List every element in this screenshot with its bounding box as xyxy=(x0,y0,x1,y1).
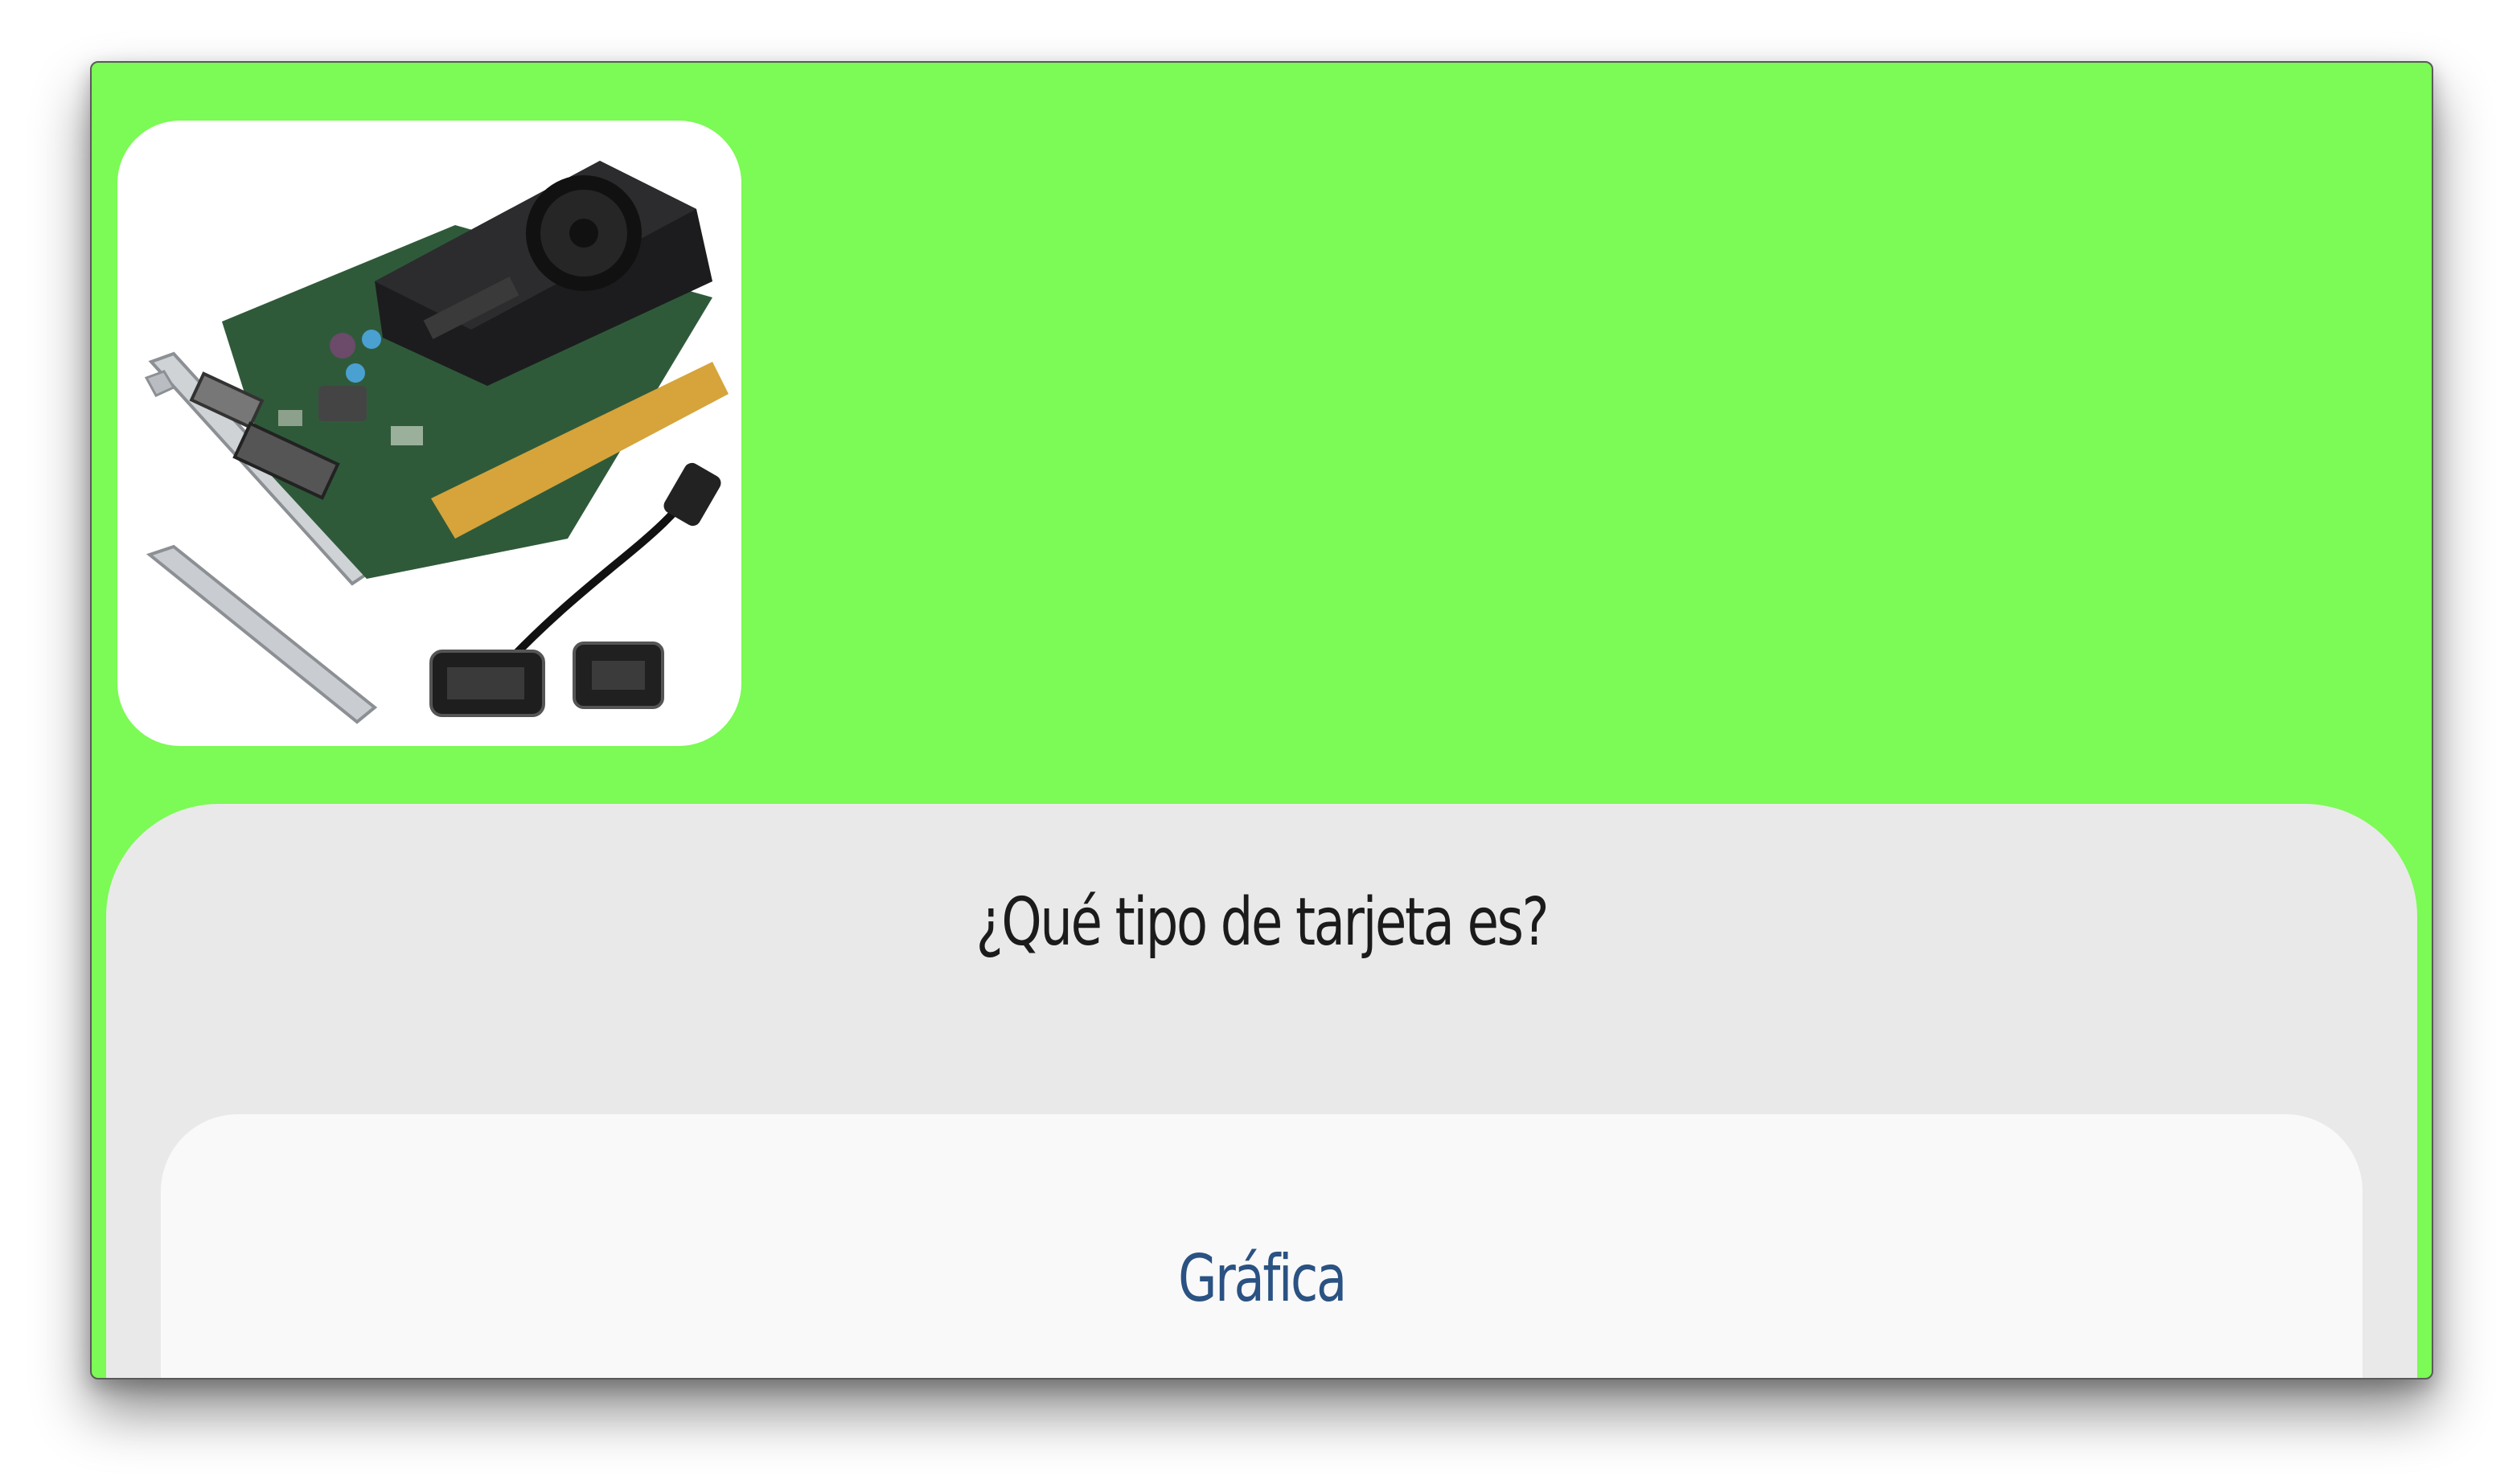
quiz-panel: ¿Qué tipo de tarjeta es? Gráfica xyxy=(106,804,2417,1378)
graphics-card-illustration xyxy=(144,161,729,724)
dvi-adapter xyxy=(573,642,664,709)
question-image xyxy=(117,121,741,746)
answer-label: Gráfica xyxy=(1178,1241,1347,1316)
answer-button-grafica[interactable]: Gráfica xyxy=(161,1114,2363,1378)
quiz-window: ¿Qué tipo de tarjeta es? Gráfica xyxy=(90,61,2433,1379)
question-text: ¿Qué tipo de tarjeta es? xyxy=(975,884,1550,961)
